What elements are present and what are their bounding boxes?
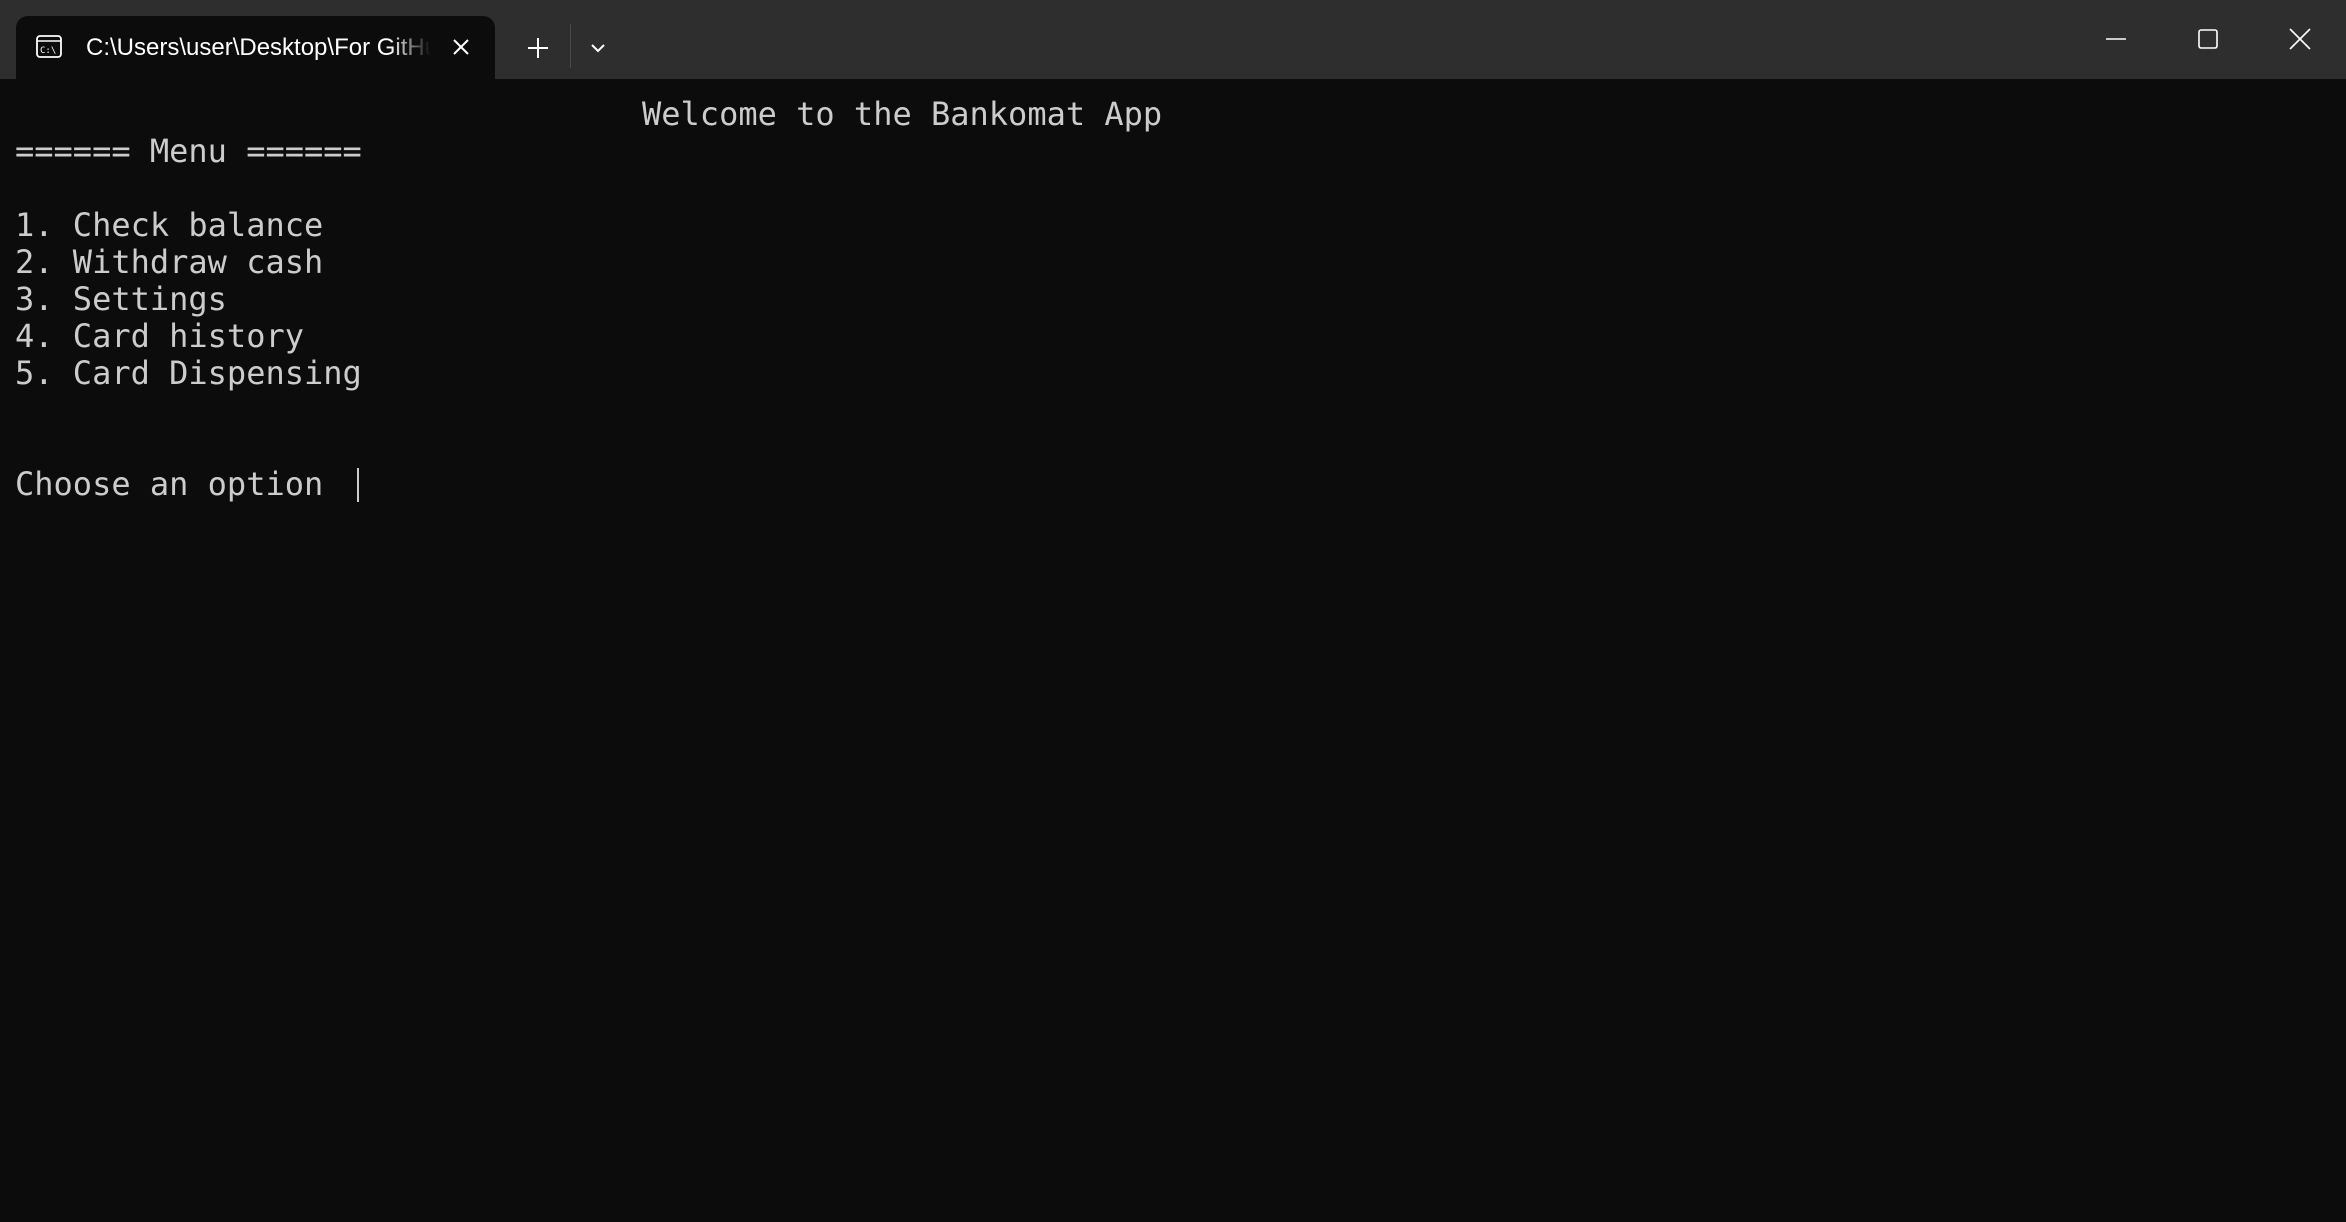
menu-item-withdraw-cash: 2. Withdraw cash xyxy=(15,243,324,281)
tab-close-icon[interactable] xyxy=(446,32,476,62)
console-output[interactable]: Welcome to the Bankomat App ====== Menu … xyxy=(0,79,2346,1222)
terminal-icon: C:\ xyxy=(36,35,62,58)
menu-item-settings: 3. Settings xyxy=(15,280,227,318)
minimize-button[interactable] xyxy=(2070,0,2162,78)
title-bar: C:\ C:\Users\user\Desktop\For GitHub\Ban… xyxy=(0,0,2346,79)
maximize-button[interactable] xyxy=(2162,0,2254,78)
minimize-icon xyxy=(2106,38,2126,40)
menu-item-card-dispensing: 5. Card Dispensing xyxy=(15,354,362,392)
new-tab-plus-icon[interactable] xyxy=(518,28,558,68)
tab-divider xyxy=(570,24,571,68)
menu-header: ====== Menu ====== xyxy=(15,132,362,170)
close-icon xyxy=(2289,28,2311,50)
welcome-message: Welcome to the Bankomat App xyxy=(642,95,1163,133)
menu-item-check-balance: 1. Check balance xyxy=(15,206,324,244)
input-prompt: Choose an option xyxy=(15,465,343,503)
maximize-icon xyxy=(2198,29,2218,49)
terminal-window: C:\ C:\Users\user\Desktop\For GitHub\Ban… xyxy=(0,0,2346,1222)
close-window-button[interactable] xyxy=(2254,0,2346,78)
menu-item-card-history: 4. Card history xyxy=(15,317,304,355)
svg-text:C:\: C:\ xyxy=(40,46,56,56)
tab-active[interactable]: C:\ C:\Users\user\Desktop\For GitHub\Ban… xyxy=(16,16,495,79)
chevron-down-icon[interactable] xyxy=(580,30,616,66)
text-cursor[interactable] xyxy=(357,468,359,502)
tab-title: C:\Users\user\Desktop\For GitHub\Bankoma… xyxy=(86,34,431,61)
